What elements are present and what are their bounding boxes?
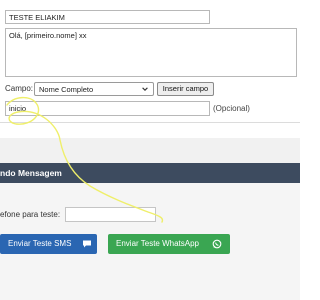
section-header-title: ndo Mensagem xyxy=(0,168,62,178)
section-header: ndo Mensagem xyxy=(0,163,300,183)
whatsapp-test-button-label: Enviar Teste WhatsApp xyxy=(116,239,200,248)
separator xyxy=(0,122,300,123)
chat-bubble-icon xyxy=(83,240,91,248)
code-input[interactable]: inicio xyxy=(5,101,210,116)
whatsapp-test-button[interactable]: Enviar Teste WhatsApp xyxy=(108,234,230,254)
gap-band xyxy=(0,138,300,163)
sms-test-button-label: Enviar Teste SMS xyxy=(8,239,72,248)
chevron-down-icon xyxy=(142,87,148,91)
phone-label: efone para teste: xyxy=(0,210,61,219)
campo-select-value: Nome Completo xyxy=(39,85,94,94)
campo-label: Campo: xyxy=(5,84,34,93)
optional-label: (Opcional) xyxy=(213,104,250,113)
name-input[interactable]: TESTE ELIAKIM xyxy=(5,10,210,24)
campo-select[interactable]: Nome Completo xyxy=(34,82,154,96)
insert-field-button[interactable]: Inserir campo xyxy=(157,82,214,96)
sms-test-button[interactable]: Enviar Teste SMS xyxy=(0,234,97,254)
message-textarea[interactable]: Olá, [primeiro.nome] xx xyxy=(5,28,297,77)
whatsapp-icon xyxy=(212,239,222,249)
phone-input[interactable] xyxy=(65,207,156,222)
